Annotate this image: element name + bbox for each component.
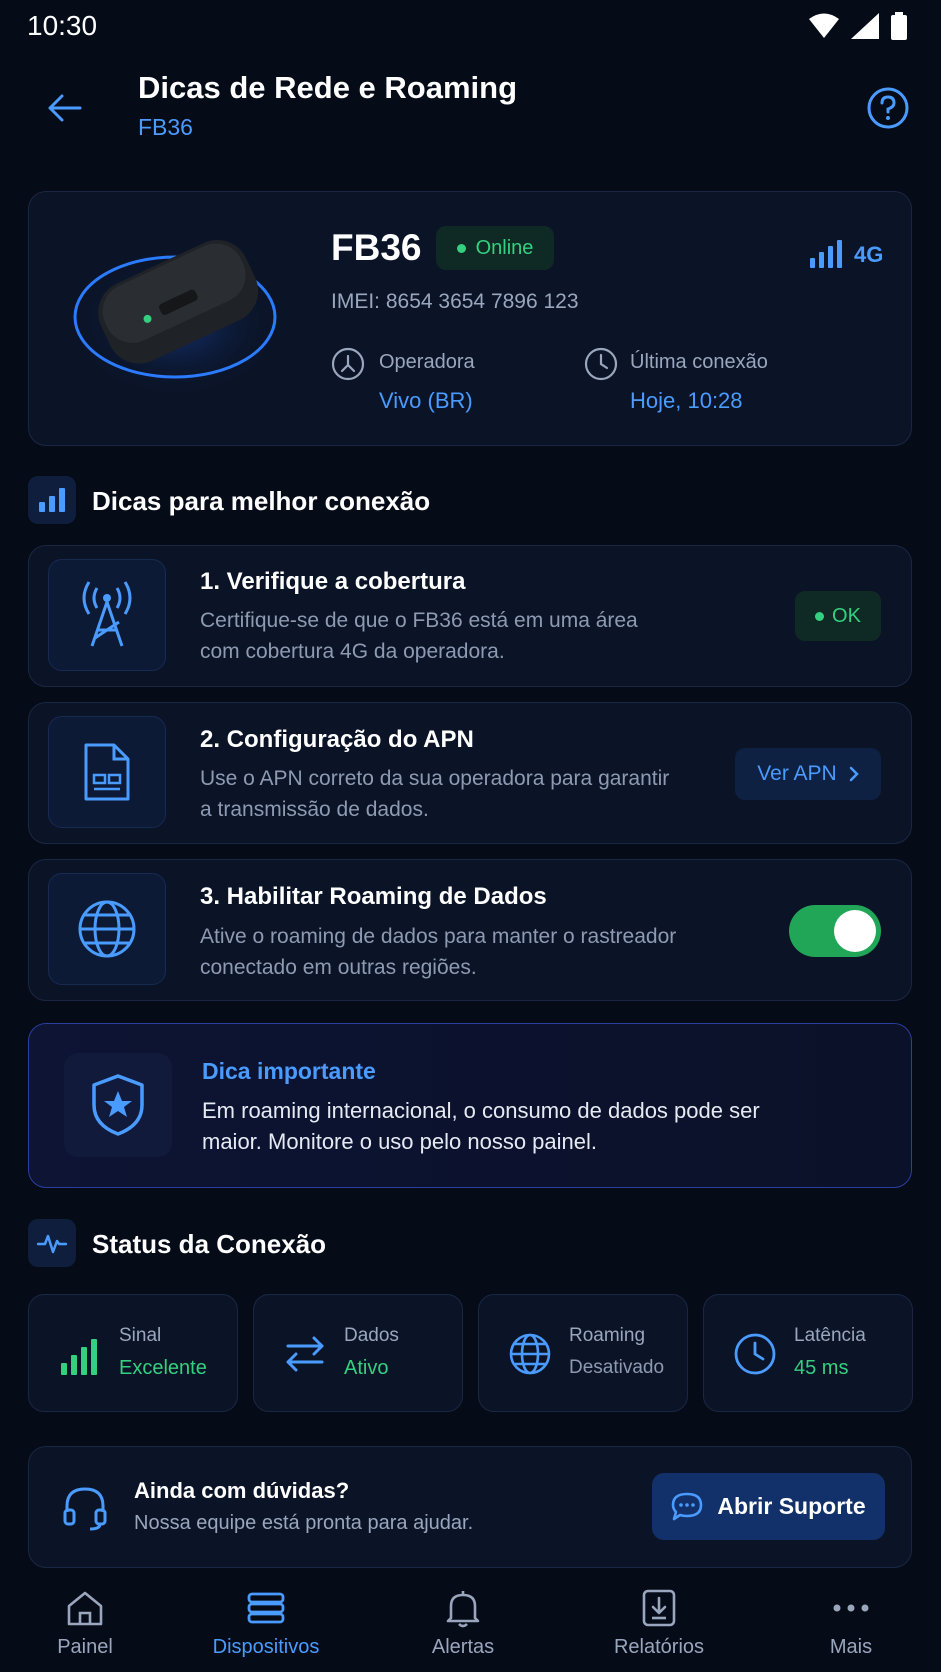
clock-icon [734,1333,776,1375]
chevron-right-icon [849,766,859,782]
page-title: Dicas de Rede e Roaming [138,70,518,105]
status-section-title: Status da Conexão [92,1229,327,1259]
tip-icon-box [48,559,166,671]
page-subtitle: FB36 [138,114,193,140]
stat-label: Sinal [119,1325,162,1346]
help-icon [867,87,909,129]
support-title: Ainda com dúvidas? [134,1478,350,1503]
signal-bars-icon [810,240,842,268]
shield-star-icon [92,1074,144,1136]
nav-item-painel[interactable]: Painel [0,1574,170,1672]
ok-badge-label: OK [832,604,861,627]
nav-item-alertas[interactable]: Alertas [378,1574,548,1672]
stat-card-signal: Sinal Excelente [28,1294,238,1412]
tip-description: Certifique-se de que o FB36 está em uma … [200,609,638,663]
clock-icon [584,347,618,381]
tip-description: Use o APN correto da sua operadora para … [200,767,670,821]
more-icon [833,1604,869,1612]
nav-label: Painel [57,1636,113,1658]
stat-value: 45 ms [794,1357,849,1379]
view-apn-button[interactable]: Ver APN [735,748,881,800]
help-button[interactable] [866,86,910,130]
stat-value: Desativado [569,1357,665,1378]
arrow-left-icon [48,94,82,122]
bar-chart-icon [39,488,65,512]
bottom-nav: Painel Dispositivos Alertas Relatórios M… [0,1574,941,1672]
online-dot [456,243,466,253]
nav-label: Relatórios [613,1636,705,1658]
document-icon [84,743,130,801]
nav-item-relatorios[interactable]: Relatórios [574,1574,744,1672]
back-button[interactable] [36,80,92,136]
important-icon-box [64,1053,172,1157]
nav-label: Dispositivos [212,1636,320,1658]
stat-label: Dados [344,1325,399,1346]
nav-label: Mais [829,1636,873,1658]
devices-icon [247,1592,285,1624]
operator-value: Vivo (BR) [379,388,473,413]
nav-item-dispositivos[interactable]: Dispositivos [181,1574,351,1672]
tip-icon-box [48,873,166,985]
signal-bars-icon [61,1339,97,1375]
imei-text: IMEI: 8654 3654 7896 123 [331,290,579,313]
important-title: Dica importante [202,1058,376,1084]
stat-card-roaming: Roaming Desativado [478,1294,688,1412]
stat-card-data: Dados Ativo [253,1294,463,1412]
operator-icon [331,347,365,381]
stat-label: Roaming [569,1325,646,1346]
chat-bubble-icon [672,1492,703,1520]
support-subtitle: Nossa equipe está pronta para ajudar. [134,1512,474,1534]
network-type: 4G [854,242,884,267]
pulse-icon [37,1234,67,1254]
status-icons [809,12,907,40]
status-time: 10:30 [27,10,98,41]
operator-label: Operadora [379,351,475,373]
open-support-button[interactable]: Abrir Suporte [652,1473,885,1540]
tips-section-title: Dicas para melhor conexão [92,486,431,516]
headset-icon [63,1487,107,1531]
stat-card-latency: Latência 45 ms [703,1294,913,1412]
globe-icon [78,900,136,958]
view-apn-label: Ver APN [757,762,837,785]
toggle-knob [834,910,876,952]
stat-label: Latência [794,1325,866,1346]
tip-description: Ative o roaming de dados para manter o r… [200,925,677,979]
stat-value: Ativo [344,1357,389,1379]
roaming-toggle[interactable] [789,905,881,957]
globe-icon [509,1333,551,1375]
open-support-label: Abrir Suporte [717,1493,866,1519]
transfer-arrows-icon [286,1336,324,1372]
last-connection-value: Hoje, 10:28 [630,388,743,413]
device-name: FB36 [331,227,422,268]
antenna-tower-icon [82,581,132,647]
tip-title: 2. Configuração do APN [200,726,474,753]
bell-icon [446,1591,480,1628]
home-icon [67,1591,103,1626]
device-image [60,205,290,405]
nav-label: Alertas [431,1636,495,1658]
report-icon [642,1589,676,1627]
cell-signal-icon [851,13,879,39]
tips-section-icon [28,476,76,524]
wifi-icon [809,13,839,38]
stat-value: Excelente [119,1357,207,1379]
tip-title: 3. Habilitar Roaming de Dados [200,883,547,910]
status-badge: Online [436,226,554,270]
last-connection-label: Última conexão [630,351,768,373]
tip-title: 1. Verifique a cobertura [200,568,466,595]
status-section-icon [28,1219,76,1267]
status-bar: 10:30 [0,0,941,52]
network-indicator: 4G [810,240,883,268]
coverage-ok-badge: OK [795,591,881,641]
tip-icon-box [48,716,166,828]
nav-item-mais[interactable]: Mais [766,1574,936,1672]
status-badge-label: Online [475,236,534,259]
battery-icon [891,12,907,40]
ok-dot [815,611,825,621]
important-description: Em roaming internacional, o consumo de d… [202,1098,760,1154]
